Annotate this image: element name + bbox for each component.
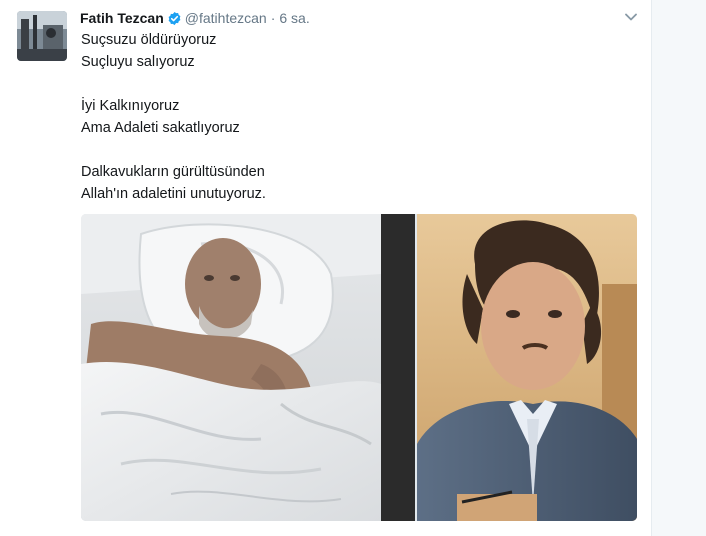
tweet-text-blank-line [81, 139, 631, 161]
tweet-text: Suçsuzu öldürüyoruz Suçluyu salıyoruz İy… [81, 29, 631, 205]
media-photo-hospital-bed[interactable] [81, 214, 415, 521]
tweet-header: Fatih Tezcan @fatihtezcan · 6 sa. [80, 9, 310, 27]
tweet-text-line: İyi Kalkınıyoruz [81, 98, 180, 114]
tweet-text-line: Suçluyu salıyoruz [81, 54, 195, 70]
tweet-text-blank-line [81, 73, 631, 95]
separator-dot: · [270, 10, 276, 26]
tweet-text-line: Ama Adaleti sakatlıyoruz [81, 120, 240, 136]
tweet-timestamp[interactable]: 6 sa. [279, 10, 309, 26]
verified-badge-icon [167, 11, 182, 26]
author-username[interactable]: @fatihtezcan [185, 10, 267, 26]
tweet[interactable]: Fatih Tezcan @fatihtezcan · 6 sa. Suçsuz… [0, 0, 652, 536]
tweet-text-line: Dalkavukların gürültüsünden [81, 164, 265, 180]
tweet-text-line: Allah'ın adaletini unutuyoruz. [81, 186, 266, 202]
tweet-text-line: Suçsuzu öldürüyoruz [81, 32, 217, 48]
avatar[interactable] [17, 11, 67, 61]
author-fullname[interactable]: Fatih Tezcan [80, 10, 164, 26]
media-photo-man-portrait[interactable] [417, 214, 637, 521]
chevron-down-icon[interactable] [624, 10, 638, 24]
tweet-media[interactable] [81, 214, 637, 521]
